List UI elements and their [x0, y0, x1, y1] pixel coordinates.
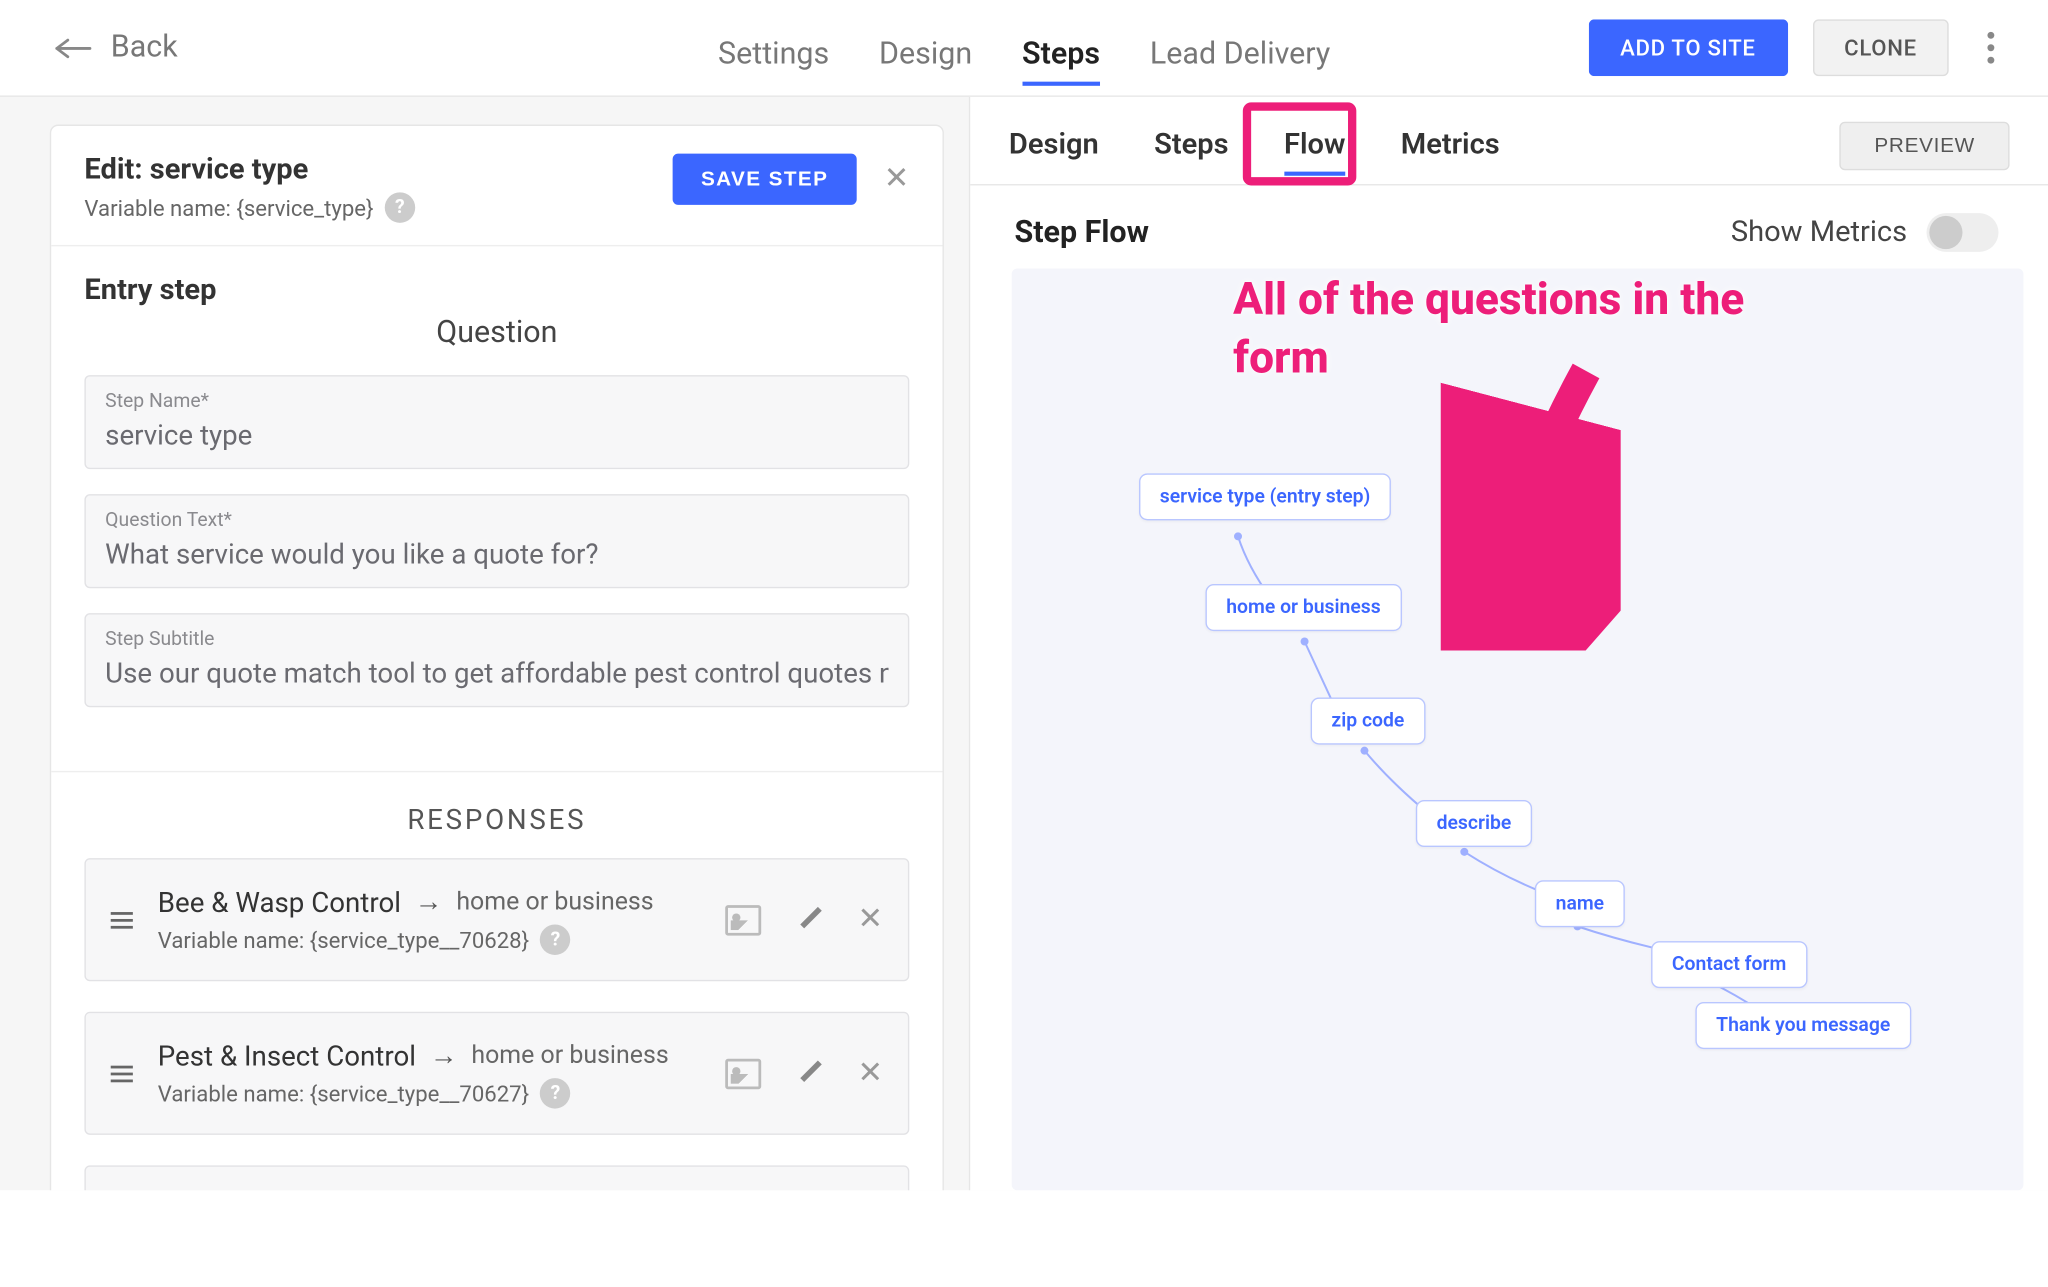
help-icon[interactable]: ?: [385, 192, 415, 222]
arrow-right-icon: →: [430, 1038, 458, 1073]
flow-node-home-or-business[interactable]: home or business: [1205, 584, 1401, 631]
sub-tabbar: Design Steps Flow Metrics PREVIEW: [970, 97, 2048, 186]
topnav-settings[interactable]: Settings: [718, 37, 829, 97]
response-row: Termite Inspection → home or business Va…: [84, 1165, 909, 1190]
flow-node-contact-form[interactable]: Contact form: [1651, 941, 1807, 988]
step-subtitle-value: Use our quote match tool to get affordab…: [105, 656, 888, 689]
flow-header: Step Flow Show Metrics: [970, 185, 2048, 263]
step-subtitle-input[interactable]: Step Subtitle Use our quote match tool t…: [84, 613, 909, 707]
edit-header: Edit: service type Variable name: {servi…: [51, 126, 942, 246]
drag-handle-icon[interactable]: [111, 1065, 133, 1082]
top-bar: Back Settings Design Steps Lead Delivery…: [0, 0, 2048, 97]
response-title: Pest & Insect Control: [158, 1039, 416, 1072]
question-section: Entry step Question Step Name* service t…: [51, 246, 942, 735]
edit-card: Edit: service type Variable name: {servi…: [50, 125, 944, 1191]
arrow-right-icon: →: [415, 884, 443, 919]
flow-node-thank-you[interactable]: Thank you message: [1695, 1002, 1911, 1049]
add-to-site-button[interactable]: ADD TO SITE: [1588, 19, 1787, 76]
clone-button[interactable]: CLONE: [1812, 19, 1948, 76]
drag-handle-icon[interactable]: [111, 911, 133, 928]
close-icon[interactable]: ✕: [884, 162, 910, 197]
edit-variable-label: Variable name: {service_type}: [84, 194, 373, 220]
edit-icon[interactable]: [794, 904, 824, 934]
top-nav: Settings Design Steps Lead Delivery: [718, 0, 1330, 96]
left-pane: Edit: service type Variable name: {servi…: [0, 97, 969, 1190]
edit-title: Edit: service type: [84, 154, 415, 187]
flow-node-service-type[interactable]: service type (entry step): [1139, 473, 1391, 520]
overflow-menu-icon[interactable]: [1974, 32, 2007, 64]
delete-icon[interactable]: ✕: [857, 902, 883, 937]
delete-icon[interactable]: ✕: [857, 1056, 883, 1091]
flow-canvas[interactable]: All of the questions in the form: [1012, 268, 2024, 1190]
help-icon[interactable]: ?: [540, 1078, 570, 1108]
topnav-design[interactable]: Design: [879, 37, 972, 97]
question-heading: Question: [84, 316, 909, 351]
subtab-metrics[interactable]: Metrics: [1401, 129, 1500, 184]
show-metrics-label: Show Metrics: [1731, 216, 1907, 249]
subtab-flow[interactable]: Flow: [1284, 129, 1345, 184]
subtab-steps[interactable]: Steps: [1154, 129, 1228, 184]
image-icon[interactable]: [725, 904, 761, 934]
question-text-label: Question Text*: [105, 509, 888, 531]
show-metrics-toggle[interactable]: [1927, 213, 1999, 252]
response-title: Bee & Wasp Control: [158, 885, 401, 918]
flow-node-describe[interactable]: describe: [1416, 800, 1532, 847]
back-label: Back: [111, 30, 178, 65]
help-icon[interactable]: ?: [540, 925, 570, 955]
question-text-input[interactable]: Question Text* What service would you li…: [84, 494, 909, 588]
topnav-steps[interactable]: Steps: [1022, 37, 1100, 97]
step-subtitle-label: Step Subtitle: [105, 628, 888, 650]
response-row: Bee & Wasp Control → home or business Va…: [84, 858, 909, 981]
topbar-actions: ADD TO SITE CLONE: [1588, 19, 2007, 76]
response-target: home or business: [471, 1041, 668, 1070]
flow-node-name[interactable]: name: [1535, 880, 1625, 927]
image-icon[interactable]: [725, 1058, 761, 1088]
annotation-arrow-icon: [1441, 360, 1621, 651]
right-pane: Design Steps Flow Metrics PREVIEW Step F…: [969, 97, 2048, 1190]
arrow-left-icon: [53, 34, 95, 62]
preview-button[interactable]: PREVIEW: [1840, 122, 2010, 170]
flow-node-zip-code[interactable]: zip code: [1311, 698, 1425, 745]
save-step-button[interactable]: SAVE STEP: [673, 154, 856, 205]
entry-step-heading: Entry step: [84, 274, 909, 307]
back-button[interactable]: Back: [53, 30, 178, 65]
response-variable: Variable name: {service_type__70627}: [158, 1080, 529, 1106]
question-text-value: What service would you like a quote for?: [105, 537, 888, 570]
step-flow-title: Step Flow: [1014, 215, 1149, 250]
step-name-input[interactable]: Step Name* service type: [84, 375, 909, 469]
step-name-value: service type: [105, 418, 888, 451]
response-variable: Variable name: {service_type__70628}: [158, 927, 529, 953]
topnav-lead-delivery[interactable]: Lead Delivery: [1150, 37, 1330, 97]
response-target: home or business: [456, 887, 653, 916]
response-row: Pest & Insect Control → home or business…: [84, 1012, 909, 1135]
annotation-text: All of the questions in the form: [1233, 271, 1842, 386]
edit-icon[interactable]: [794, 1058, 824, 1088]
responses-heading: RESPONSES: [51, 771, 942, 858]
step-name-label: Step Name*: [105, 390, 888, 412]
flow-connectors: [1012, 268, 2024, 1190]
subtab-design[interactable]: Design: [1009, 129, 1099, 184]
